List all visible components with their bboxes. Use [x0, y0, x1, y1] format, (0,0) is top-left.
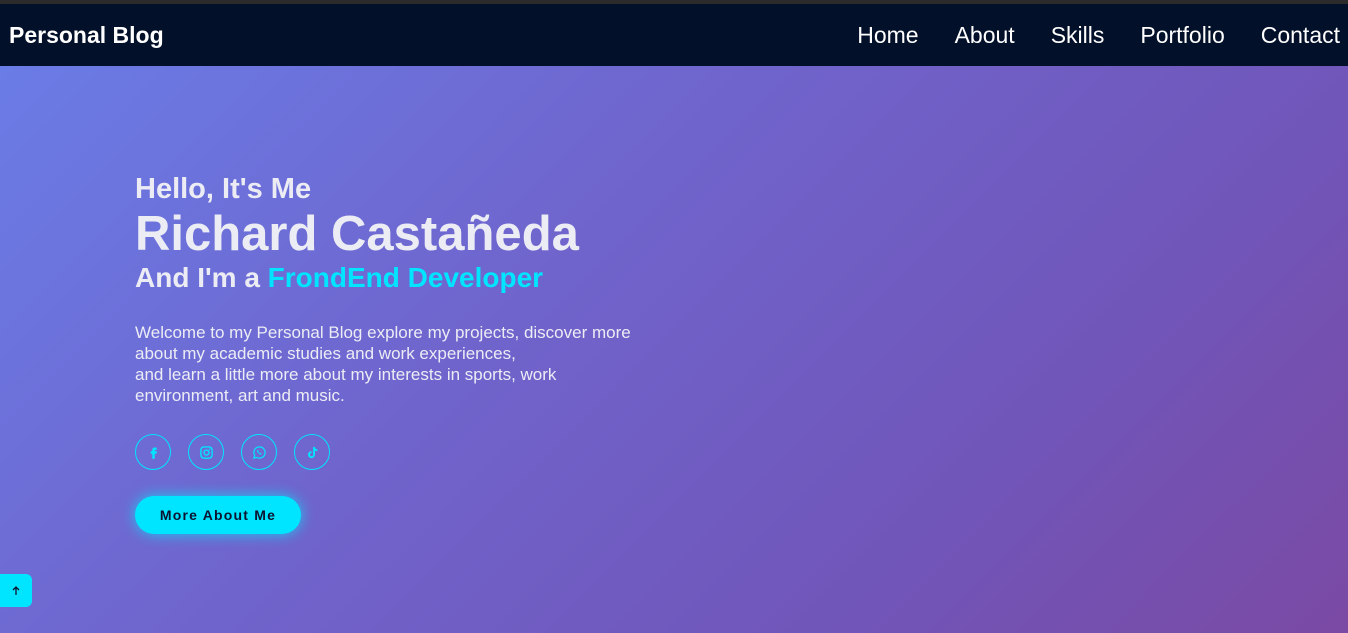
description-line: and learn a little more about my interes… — [135, 365, 557, 384]
hero-role: And I'm a FrondEnd Developer — [135, 262, 695, 294]
description-line: about my academic studies and work exper… — [135, 344, 516, 363]
hero-role-prefix: And I'm a — [135, 262, 268, 293]
nav-about[interactable]: About — [955, 22, 1015, 49]
hero-name: Richard Castañeda — [135, 207, 579, 261]
nav-home[interactable]: Home — [857, 22, 918, 49]
tiktok-link[interactable] — [294, 434, 330, 470]
hero-greeting: Hello, It's Me — [135, 173, 312, 205]
facebook-icon — [150, 447, 157, 459]
instagram-link[interactable] — [188, 434, 224, 470]
instagram-icon — [199, 445, 213, 459]
hero-section: Hello, It's Me Richard Castañeda And I'm… — [135, 172, 695, 534]
arrow-up-icon — [12, 585, 20, 595]
hero-description: Welcome to my Personal Blog explore my p… — [135, 322, 695, 406]
hero-role-highlight: FrondEnd Developer — [267, 262, 544, 293]
whatsapp-icon — [252, 445, 266, 459]
nav-portfolio[interactable]: Portfolio — [1140, 22, 1224, 49]
social-links — [135, 434, 695, 470]
more-about-me-button[interactable]: More About Me — [135, 496, 301, 534]
facebook-link[interactable] — [135, 434, 171, 470]
description-line: Welcome to my Personal Blog explore my p… — [135, 323, 631, 342]
nav-contact[interactable]: Contact — [1261, 22, 1340, 49]
nav-skills[interactable]: Skills — [1051, 22, 1105, 49]
description-line: environment, art and music. — [135, 386, 345, 405]
site-header: Personal Blog Home About Skills Portfoli… — [0, 4, 1348, 66]
whatsapp-link[interactable] — [241, 434, 277, 470]
site-brand[interactable]: Personal Blog — [9, 22, 164, 49]
main-nav: Home About Skills Portfolio Contact — [821, 22, 1340, 49]
tiktok-icon — [307, 446, 317, 458]
scroll-to-top-button[interactable] — [0, 574, 32, 607]
